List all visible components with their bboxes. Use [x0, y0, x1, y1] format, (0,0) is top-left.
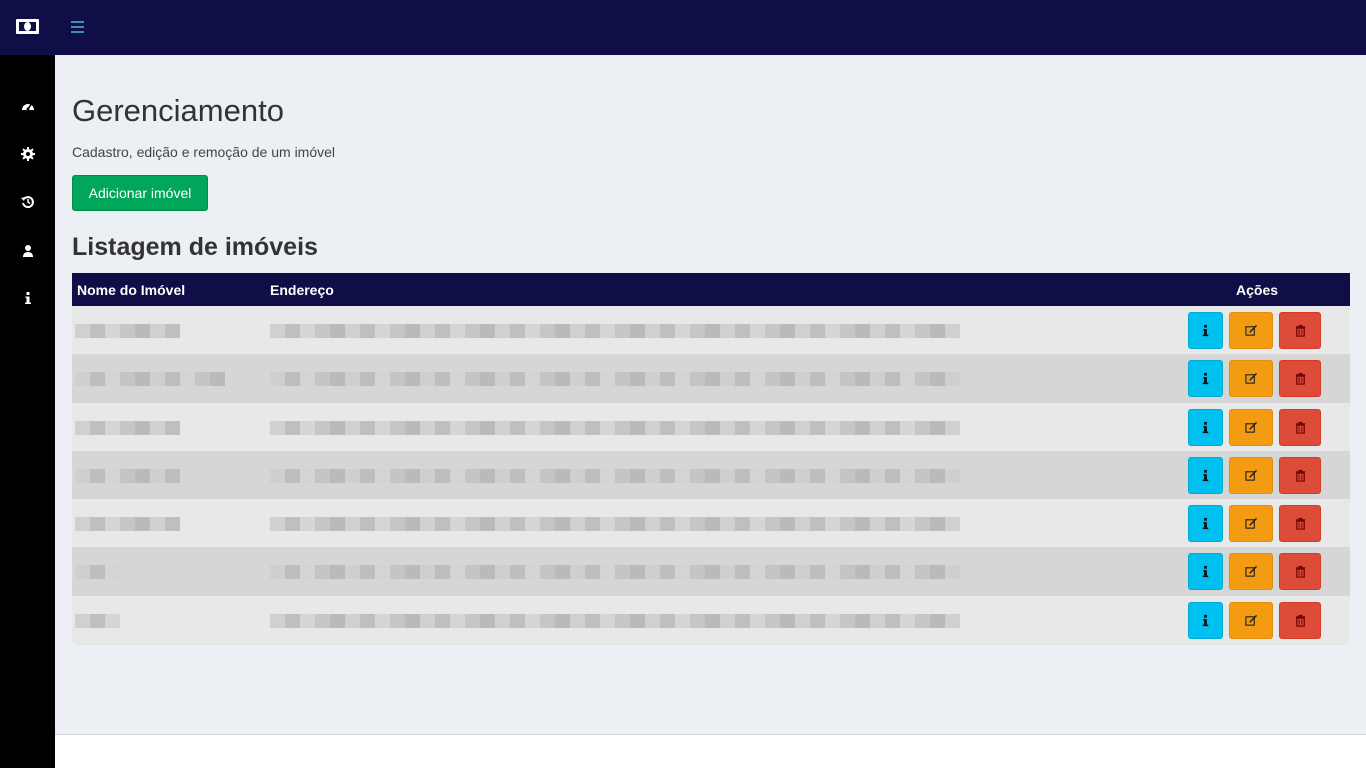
- money-bill-icon[interactable]: [16, 19, 39, 34]
- column-header-actions: Ações: [1236, 282, 1279, 298]
- properties-table: Nome do Imóvel Endereço Ações: [72, 273, 1350, 645]
- main-content: Gerenciamento Cadastro, edição e remoção…: [55, 55, 1366, 735]
- edit-button[interactable]: [1229, 312, 1273, 349]
- edit-icon: [1244, 373, 1257, 384]
- page-title: Gerenciamento: [72, 93, 284, 128]
- edit-icon: [1244, 518, 1257, 529]
- property-name-redacted: [75, 565, 120, 580]
- edit-icon: [1244, 421, 1257, 433]
- tachometer-icon: [21, 103, 34, 110]
- property-name-redacted: [75, 420, 180, 435]
- info-button[interactable]: [1188, 360, 1223, 398]
- edit-button[interactable]: [1229, 505, 1273, 543]
- table-row: [72, 547, 1350, 596]
- info-button[interactable]: [1188, 553, 1223, 591]
- row-actions: [1188, 456, 1321, 494]
- trash-icon: [1295, 566, 1305, 579]
- table-row: [72, 402, 1350, 451]
- trash-icon: [1295, 373, 1305, 385]
- delete-button[interactable]: [1279, 312, 1321, 349]
- property-name-redacted: [75, 613, 120, 628]
- property-name-redacted: [75, 517, 180, 532]
- sidebar: [0, 55, 55, 768]
- info-icon: [1202, 614, 1209, 626]
- property-address-redacted: [270, 420, 960, 435]
- column-header-address: Endereço: [270, 282, 334, 298]
- row-actions: [1188, 553, 1321, 591]
- page-subtitle: Cadastro, edição e remoção de um imóvel: [72, 144, 336, 160]
- trash-icon: [1295, 324, 1305, 337]
- info-button[interactable]: [1188, 505, 1223, 543]
- user-icon: [22, 244, 33, 257]
- info-button[interactable]: [1188, 601, 1223, 639]
- info-icon: [1202, 518, 1209, 530]
- property-name-redacted: [75, 372, 225, 387]
- property-name-redacted: [75, 468, 180, 483]
- gear-icon: [20, 146, 35, 161]
- table-row: [72, 499, 1350, 548]
- trash-icon: [1295, 469, 1305, 482]
- sidebar-item-settings[interactable]: [14, 140, 41, 167]
- info-icon: [1202, 421, 1209, 433]
- table-row: [72, 306, 1350, 355]
- sidebar-item-user[interactable]: [14, 237, 41, 264]
- trash-icon: [1295, 518, 1305, 530]
- edit-button[interactable]: [1229, 601, 1273, 639]
- trash-icon: [1295, 614, 1305, 627]
- row-actions: [1188, 505, 1321, 543]
- info-button[interactable]: [1188, 456, 1223, 494]
- delete-button[interactable]: [1279, 408, 1321, 446]
- history-icon: [20, 195, 34, 208]
- table-row: [72, 595, 1350, 645]
- property-address-redacted: [270, 565, 960, 580]
- info-icon: [1202, 373, 1209, 385]
- sidebar-item-info[interactable]: [14, 284, 41, 311]
- info-icon: [24, 291, 31, 304]
- table-body: [72, 306, 1350, 645]
- row-actions: [1188, 408, 1321, 446]
- column-header-name: Nome do Imóvel: [77, 282, 186, 298]
- property-address-redacted: [270, 372, 960, 387]
- list-title: Listagem de imóveis: [72, 233, 318, 261]
- row-actions: [1188, 312, 1321, 349]
- sidebar-item-history[interactable]: [14, 188, 41, 215]
- property-address-redacted: [270, 517, 960, 532]
- edit-button[interactable]: [1229, 360, 1273, 398]
- edit-icon: [1244, 469, 1257, 481]
- info-icon: [1202, 324, 1209, 337]
- edit-icon: [1244, 324, 1257, 336]
- info-icon: [1202, 469, 1209, 481]
- info-icon: [1202, 566, 1209, 578]
- bars-icon[interactable]: [71, 21, 84, 33]
- property-address-redacted: [270, 468, 960, 483]
- delete-button[interactable]: [1279, 601, 1321, 639]
- delete-button[interactable]: [1279, 456, 1321, 494]
- row-actions: [1188, 601, 1321, 639]
- edit-button[interactable]: [1229, 456, 1273, 494]
- row-actions: [1188, 360, 1321, 398]
- edit-icon: [1244, 566, 1257, 578]
- sidebar-item-dashboard[interactable]: [14, 93, 41, 120]
- edit-button[interactable]: [1229, 408, 1273, 446]
- edit-button[interactable]: [1229, 553, 1273, 591]
- info-button[interactable]: [1188, 312, 1223, 349]
- top-navbar: [0, 0, 1366, 55]
- info-button[interactable]: [1188, 408, 1223, 446]
- property-address-redacted: [270, 613, 960, 628]
- table-row: [72, 354, 1350, 403]
- delete-button[interactable]: [1279, 360, 1321, 398]
- add-property-button[interactable]: Adicionar imóvel: [72, 175, 208, 211]
- trash-icon: [1295, 421, 1305, 434]
- delete-button[interactable]: [1279, 505, 1321, 543]
- delete-button[interactable]: [1279, 553, 1321, 591]
- table-row: [72, 450, 1350, 500]
- table-header: Nome do Imóvel Endereço Ações: [72, 273, 1350, 306]
- property-name-redacted: [75, 324, 180, 338]
- property-address-redacted: [270, 324, 960, 338]
- edit-icon: [1244, 614, 1257, 626]
